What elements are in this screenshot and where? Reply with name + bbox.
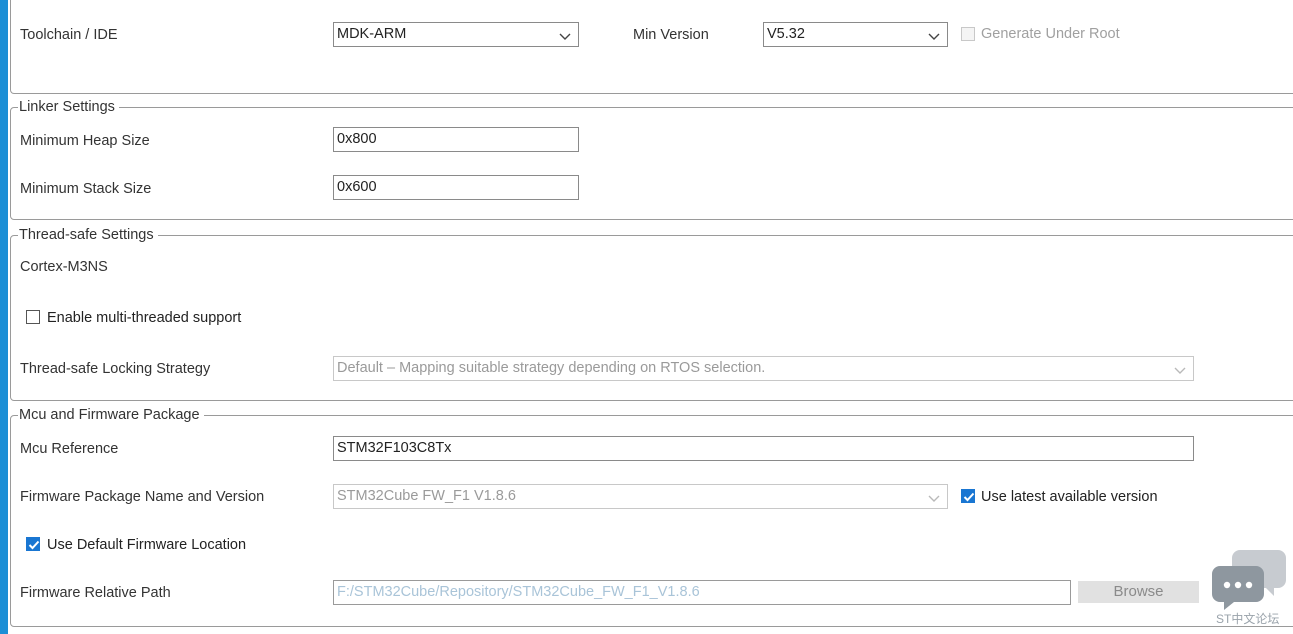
left-edge-bar [0,0,8,634]
locking-strategy-value: Default – Mapping suitable strategy depe… [337,360,766,376]
mcu-reference-value: STM32F103C8Tx [337,440,452,456]
heap-size-label: Minimum Heap Size [20,133,150,149]
firmware-path-value: F:/STM32Cube/Repository/STM32Cube_FW_F1_… [337,584,700,600]
watermark-text: ST中文论坛 [1216,612,1280,626]
chevron-down-icon [558,28,572,42]
firmware-path-input[interactable]: F:/STM32Cube/Repository/STM32Cube_FW_F1_… [333,580,1071,605]
stack-size-input[interactable]: 0x600 [333,175,579,200]
min-version-label: Min Version [633,27,709,43]
stack-size-label: Minimum Stack Size [20,181,152,197]
chevron-down-icon [927,490,941,504]
stack-size-value: 0x600 [337,179,377,195]
core-label: Cortex-M3NS [20,259,108,275]
checkmark-icon [28,540,40,550]
linker-settings-legend: Linker Settings [18,98,119,116]
toolchain-group [10,0,1293,94]
default-firmware-location-label: Use Default Firmware Location [47,537,247,553]
locking-strategy-label: Thread-safe Locking Strategy [20,361,211,377]
firmware-package-value: STM32Cube FW_F1 V1.8.6 [337,488,516,504]
chevron-down-icon [1173,362,1187,376]
locking-strategy-select[interactable]: Default – Mapping suitable strategy depe… [333,356,1194,381]
use-latest-version-checkbox[interactable] [961,489,975,503]
firmware-package-select[interactable]: STM32Cube FW_F1 V1.8.6 [333,484,948,509]
firmware-path-label: Firmware Relative Path [20,585,171,601]
generate-under-root-label: Generate Under Root [981,26,1120,42]
toolchain-label: Toolchain / IDE [20,27,118,43]
linker-settings-group: Linker Settings [10,98,1293,220]
multithread-label: Enable multi-threaded support [47,310,242,326]
generate-under-root-checkbox[interactable] [961,27,975,41]
min-version-value: V5.32 [767,26,805,42]
multithread-checkbox[interactable] [26,310,40,324]
checkmark-icon [963,492,975,502]
browse-button[interactable]: Browse [1078,581,1199,603]
mcu-reference-label: Mcu Reference [20,441,119,457]
min-version-select[interactable]: V5.32 [763,22,948,47]
chevron-down-icon [927,28,941,42]
default-firmware-location-checkbox[interactable] [26,537,40,551]
mcu-reference-input[interactable]: STM32F103C8Tx [333,436,1194,461]
heap-size-value: 0x800 [337,131,377,147]
mcu-firmware-legend: Mcu and Firmware Package [18,406,204,424]
heap-size-input[interactable]: 0x800 [333,127,579,152]
thread-safe-settings-legend: Thread-safe Settings [18,226,158,244]
firmware-package-label: Firmware Package Name and Version [20,489,265,505]
use-latest-version-label: Use latest available version [981,489,1158,505]
toolchain-select[interactable]: MDK-ARM [333,22,579,47]
toolchain-select-value: MDK-ARM [337,26,407,42]
